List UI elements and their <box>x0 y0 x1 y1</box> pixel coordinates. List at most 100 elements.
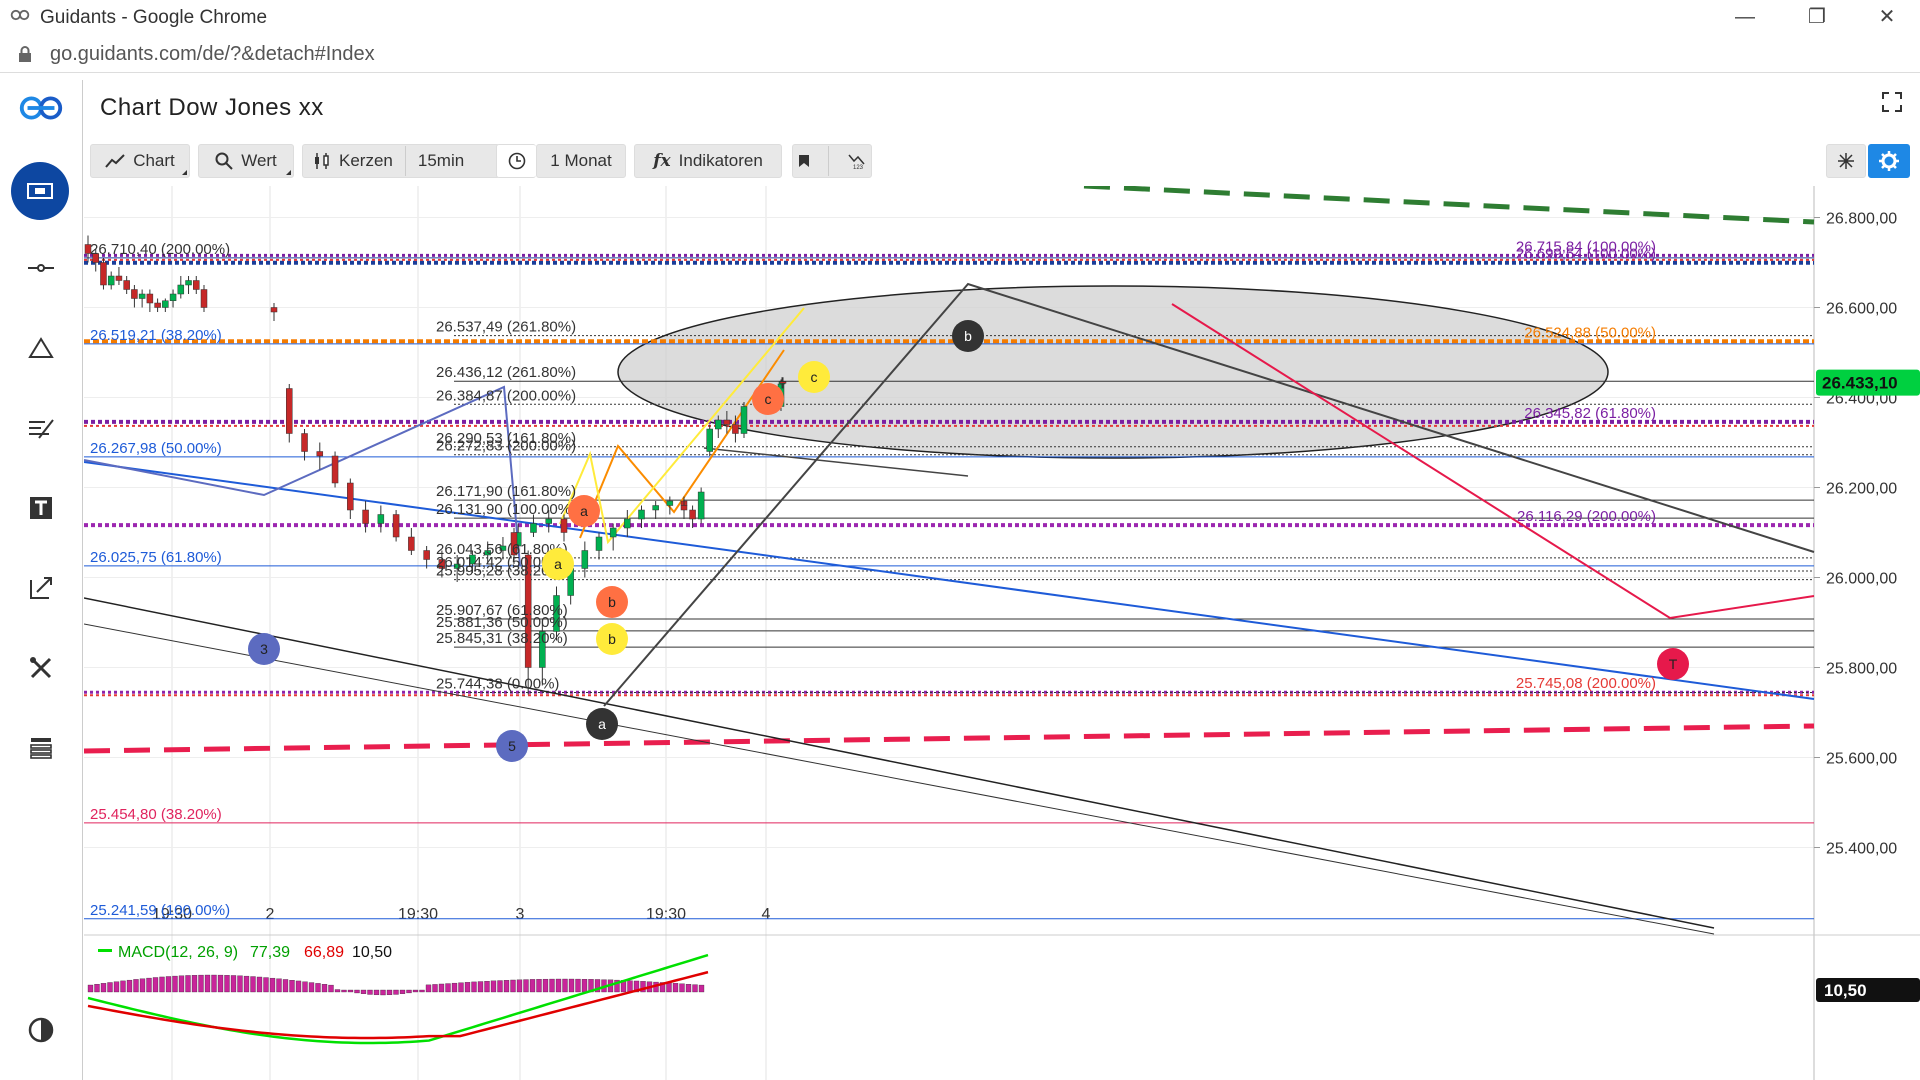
tools-icon[interactable] <box>16 648 66 688</box>
candle <box>715 419 722 430</box>
macd-histogram-bar <box>204 974 211 993</box>
abc-icon[interactable]: 123 <box>848 152 866 170</box>
macd-histogram-bar <box>386 989 393 996</box>
macd-histogram-bar <box>360 989 367 994</box>
macd-histogram-bar <box>198 974 204 993</box>
fib-level-label: 26.131,90 (100.00%) <box>436 501 576 518</box>
sparkle-icon[interactable] <box>1826 144 1866 178</box>
candle <box>185 280 192 286</box>
candle <box>362 509 369 524</box>
macd-value: 77,39 <box>250 944 290 961</box>
macd-histogram-bar <box>581 979 588 993</box>
restore-button[interactable]: ❐ <box>1794 2 1840 32</box>
candle <box>530 523 537 533</box>
y-tick-label: 26.800,00 <box>1826 211 1897 228</box>
marker-tools-group: 123 <box>792 144 872 178</box>
macd-histogram-bar <box>679 983 685 993</box>
candle <box>638 509 645 520</box>
wave-label: c <box>765 391 772 407</box>
close-button[interactable]: ✕ <box>1864 2 1910 32</box>
line-chart-icon <box>105 154 125 168</box>
fib-level-label: 26.025,75 (61.80%) <box>90 549 222 566</box>
candle <box>706 428 713 452</box>
triangle-icon[interactable] <box>16 328 66 368</box>
macd-histogram-bar <box>211 974 217 993</box>
macd-histogram-bar <box>113 981 120 993</box>
chart-header: Chart Dow Jones xx <box>84 80 1920 136</box>
macd-histogram-bar <box>341 989 347 993</box>
macd-histogram-bar <box>126 979 133 993</box>
wave-label: a <box>580 503 588 519</box>
candle <box>392 514 400 538</box>
macd-histogram-bar <box>152 977 159 993</box>
macd-histogram-bar <box>217 974 224 993</box>
sidebar <box>0 80 83 1080</box>
fib-level-label: 26.116,29 (200.00%) <box>1517 508 1656 525</box>
macd-histogram-bar <box>185 975 191 993</box>
clock-icon[interactable] <box>496 144 536 178</box>
bookmark-icon[interactable] <box>798 154 810 168</box>
contrast-icon[interactable] <box>16 1010 66 1050</box>
fib-level-label: 26.537,49 (261.80%) <box>436 319 576 336</box>
expand-icon[interactable] <box>1882 92 1902 112</box>
search-icon <box>215 152 233 170</box>
minimize-button[interactable]: — <box>1722 2 1768 32</box>
macd-histogram-bar <box>289 980 295 993</box>
text-icon[interactable] <box>16 488 66 528</box>
range-button[interactable]: 1 Monat <box>536 144 626 178</box>
wave-label: 3 <box>260 641 268 657</box>
chart-toolbar: Chart Wert Kerzen 15min 1 Monat fx Indik… <box>90 144 1910 180</box>
wave-label: a <box>554 556 562 572</box>
macd-histogram-bar <box>315 983 321 993</box>
price-chart[interactable]: 26.800,0026.600,0026.400,0026.200,0026.0… <box>83 183 1920 1080</box>
fib-level-label: 25.454,80 (38.20%) <box>90 806 222 823</box>
chart-area[interactable]: 26.800,00 26.600,00 26.400,00 26.200,00 26.0… <box>83 183 1920 1080</box>
list-icon[interactable] <box>16 728 66 768</box>
target-zone-ellipse <box>617 285 1609 459</box>
macd-histogram-bar <box>523 979 529 993</box>
svg-text:123: 123 <box>853 165 864 170</box>
value-button[interactable]: Wert <box>198 144 294 178</box>
gear-icon[interactable] <box>1868 144 1910 178</box>
crosshair-icon[interactable] <box>16 248 66 288</box>
fib-level-label: 26.171,90 (161.80%) <box>436 483 576 500</box>
wave-label: T <box>1669 656 1678 672</box>
macd-histogram-bar <box>107 982 113 993</box>
fib-level-label: 25.744,38 (0.00%) <box>436 676 559 693</box>
window-title: Guidants - Google Chrome <box>40 7 268 28</box>
macd-histogram-bar <box>516 979 523 993</box>
indicators-button[interactable]: fx Indikatoren <box>634 144 782 178</box>
candle <box>581 550 589 569</box>
macd-histogram-bar <box>406 989 412 994</box>
portfolio-icon[interactable] <box>11 162 69 220</box>
fib-level-label: 25.241,59 (100.00%) <box>90 902 230 919</box>
guidants-logo-icon[interactable] <box>16 88 66 128</box>
macd-histogram-bar <box>276 978 282 993</box>
candles-button[interactable]: Kerzen <box>339 151 393 171</box>
chart-type-button[interactable]: Chart <box>90 144 190 178</box>
candle <box>200 289 208 308</box>
guidants-logo-icon <box>10 9 30 21</box>
trend-tools-icon[interactable] <box>16 408 66 448</box>
macd-histogram-bar <box>347 989 354 993</box>
y-tick-label: 25.600,00 <box>1826 751 1897 768</box>
edit-icon[interactable] <box>16 568 66 608</box>
macd-histogram-bar <box>237 975 243 993</box>
address-bar[interactable]: go.guidants.com/de/?&detach#Index <box>0 34 1920 73</box>
macd-histogram-bar <box>334 989 341 993</box>
macd-histogram-bar <box>419 989 425 993</box>
x-tick-label: 19:30 <box>646 906 686 923</box>
value-label: Wert <box>241 151 277 170</box>
macd-histogram-bar <box>159 976 165 993</box>
macd-histogram-bar <box>269 977 276 993</box>
candle <box>423 550 430 560</box>
fib-level-label: 26.267,98 (50.00%) <box>90 440 222 457</box>
wave-label: b <box>608 631 616 647</box>
wave-label: c <box>811 369 818 385</box>
macd-histogram-bar <box>698 984 705 993</box>
candle <box>652 505 659 511</box>
macd-histogram-bar <box>256 976 263 993</box>
y-tick-label: 25.800,00 <box>1826 661 1897 678</box>
interval-button[interactable]: 15min <box>418 151 464 171</box>
macd-histogram-bar <box>133 979 139 993</box>
